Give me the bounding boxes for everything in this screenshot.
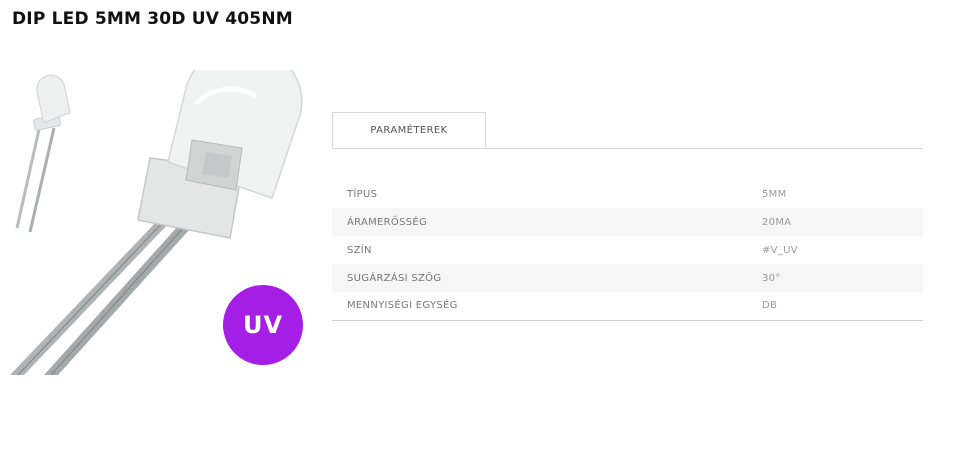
spec-name: ÁRAMERŐSSÉG xyxy=(347,216,428,228)
spec-name: TÍPUS xyxy=(347,188,378,200)
spec-value: 20MA xyxy=(762,216,792,228)
table-row: SZÍN #V_UV xyxy=(332,236,923,264)
table-row: MENNYISÉGI EGYSÉG DB xyxy=(332,292,923,320)
spec-name: SZÍN xyxy=(347,244,372,256)
spec-value: 5MM xyxy=(762,188,787,200)
spec-value: DB xyxy=(762,300,778,312)
table-row: SUGÁRZÁSI SZÖG 30° xyxy=(332,264,923,292)
tab-strip: PARAMÉTEREK xyxy=(332,112,923,149)
product-title: DIP LED 5MM 30D UV 405NM xyxy=(12,9,293,29)
spec-table: TÍPUS 5MM ÁRAMERŐSSÉG 20MA SZÍN #V_UV SU… xyxy=(332,180,923,321)
table-row: ÁRAMERŐSSÉG 20MA xyxy=(332,208,923,236)
table-row: TÍPUS 5MM xyxy=(332,180,923,208)
spec-value: 30° xyxy=(762,272,781,284)
tab-parameters[interactable]: PARAMÉTEREK xyxy=(332,112,486,148)
uv-badge: UV xyxy=(223,285,303,365)
spec-name: SUGÁRZÁSI SZÖG xyxy=(347,272,442,284)
spec-value: #V_UV xyxy=(762,244,798,256)
parameters-panel: PARAMÉTEREK TÍPUS 5MM ÁRAMERŐSSÉG 20MA S… xyxy=(332,112,923,321)
spec-name: MENNYISÉGI EGYSÉG xyxy=(347,300,458,312)
